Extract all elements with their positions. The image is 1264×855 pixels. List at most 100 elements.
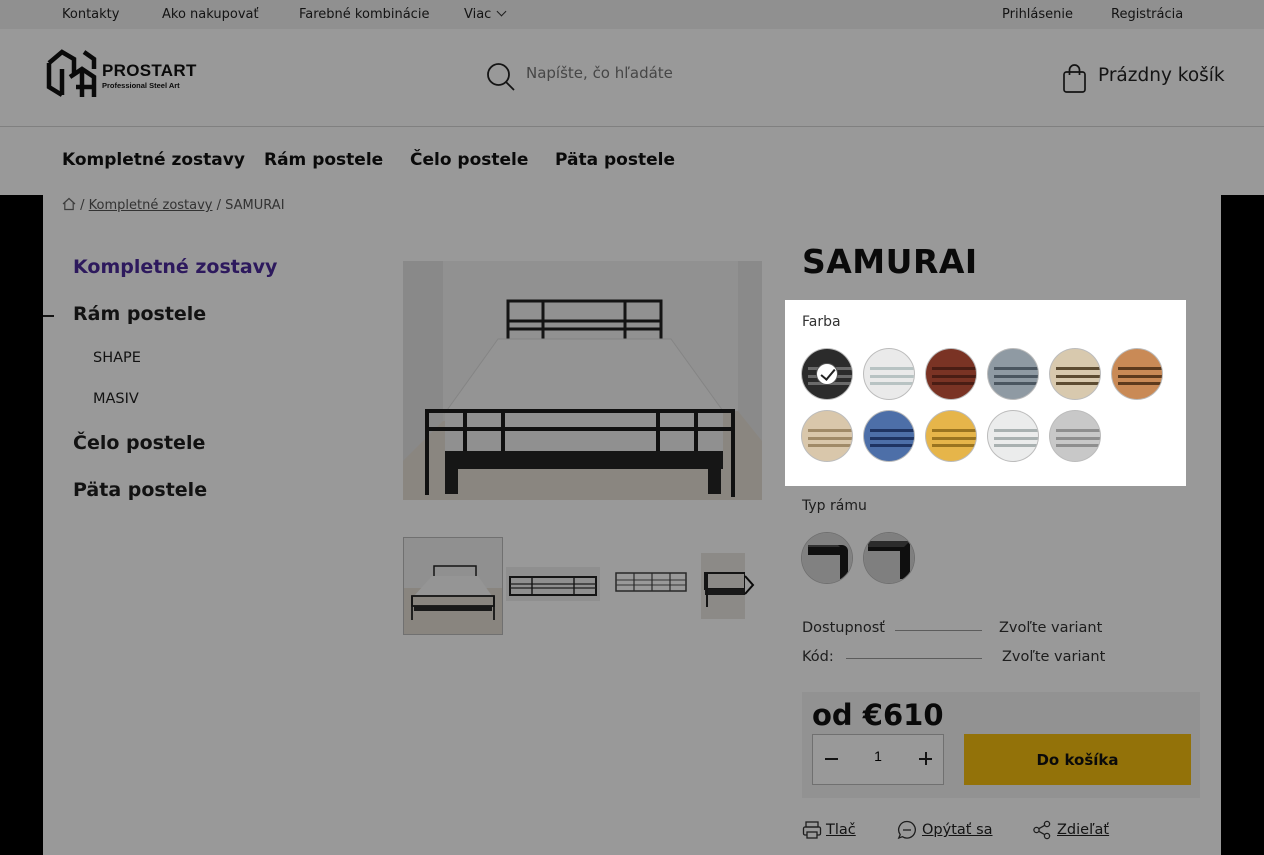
collapse-dash-icon[interactable]	[43, 315, 54, 317]
color-swatch-3[interactable]	[926, 349, 976, 399]
swatch-stripe	[1118, 367, 1162, 370]
product-title: SAMURAI	[802, 242, 978, 281]
top-utility-bar: Kontakty Ako nakupovať Farebné kombináci…	[0, 0, 1264, 29]
breadcrumb-category[interactable]: Kompletné zostavy	[89, 198, 213, 213]
topbar-link-color-combinations[interactable]: Farebné kombinácie	[299, 7, 429, 22]
register-link[interactable]: Registrácia	[1111, 7, 1183, 22]
search-bar	[486, 62, 786, 92]
main-nav: Kompletné zostavy Rám postele Čelo poste…	[0, 127, 1264, 195]
nav-item-complete-sets[interactable]: Kompletné zostavy	[62, 150, 245, 170]
search-icon[interactable]	[486, 62, 516, 92]
breadcrumb-separator: /	[80, 198, 85, 213]
share-link[interactable]: Zdieľať	[1057, 822, 1109, 838]
logo-tagline: Professional Steel Art	[102, 81, 180, 90]
search-input[interactable]	[526, 64, 776, 82]
thumbnail-1[interactable]	[403, 537, 503, 635]
color-swatch-6[interactable]	[1112, 349, 1162, 399]
availability-label: Dostupnosť	[802, 620, 885, 636]
chevron-right-icon[interactable]	[742, 574, 756, 602]
shopping-bag-icon	[1063, 64, 1086, 93]
swatch-stripe	[1056, 429, 1100, 432]
nav-item-bed-frame[interactable]: Rám postele	[264, 150, 383, 170]
color-swatch-1[interactable]	[802, 349, 852, 399]
topbar-more-menu[interactable]: Viac	[464, 6, 507, 22]
swatch-stripe	[808, 444, 852, 447]
swatch-stripe	[1056, 437, 1100, 440]
swatch-stripe	[808, 429, 852, 432]
thumbnail-3[interactable]	[604, 537, 696, 635]
nav-item-footboard[interactable]: Päta postele	[555, 150, 675, 170]
swatch-stripe	[1056, 375, 1100, 378]
logo[interactable]: PROSTART Professional Steel Art	[46, 47, 196, 101]
swatch-stripe	[808, 437, 852, 440]
sidebar-item-bed-frame[interactable]: Rám postele	[73, 303, 206, 325]
color-swatch-9[interactable]	[926, 411, 976, 461]
color-picker-highlight: Farba	[785, 300, 1186, 486]
swatch-stripe	[932, 437, 976, 440]
thumbnail-4[interactable]	[701, 537, 745, 635]
swatch-stripe	[870, 429, 914, 432]
swatch-stripe	[994, 375, 1038, 378]
topbar-link-how-to-buy[interactable]: Ako nakupovať	[162, 7, 259, 22]
topbar-link-contacts[interactable]: Kontakty	[62, 7, 119, 22]
nav-item-headboard[interactable]: Čelo postele	[410, 150, 528, 170]
swatch-stripe	[994, 437, 1038, 440]
swatch-stripe	[994, 382, 1038, 385]
swatch-stripe	[994, 367, 1038, 370]
swatch-stripe	[994, 429, 1038, 432]
swatch-stripe	[870, 367, 914, 370]
frame-type-option-1[interactable]	[802, 533, 852, 583]
sidebar-item-shape[interactable]: SHAPE	[93, 350, 141, 366]
thumbnail-bed-image	[404, 538, 502, 634]
color-label: Farba	[802, 314, 841, 330]
add-to-cart-button[interactable]: Do košíka	[964, 734, 1191, 785]
chat-question-icon[interactable]	[897, 820, 917, 840]
frame-type-label: Typ rámu	[802, 498, 867, 514]
cart-label: Prázdny košík	[1098, 65, 1225, 86]
swatch-stripe	[932, 382, 976, 385]
topbar-more-label: Viac	[464, 7, 492, 22]
swatch-stripe	[1056, 382, 1100, 385]
swatch-stripe	[932, 375, 976, 378]
viewport-margin-right	[1221, 195, 1264, 855]
sidebar-item-footboard[interactable]: Päta postele	[73, 479, 207, 501]
swatch-stripe	[1118, 382, 1162, 385]
frame-profile-square-image	[864, 533, 914, 583]
price: od €610	[812, 698, 944, 732]
thumbnail-2[interactable]	[504, 537, 602, 635]
code-divider	[846, 658, 982, 659]
color-swatch-11[interactable]	[1050, 411, 1100, 461]
swatch-stripe	[870, 382, 914, 385]
frame-type-option-2[interactable]	[864, 533, 914, 583]
swatch-stripe	[870, 375, 914, 378]
sidebar-item-masiv[interactable]: MASIV	[93, 391, 139, 407]
plus-icon[interactable]	[917, 748, 935, 768]
thumbnail-headboard-image	[506, 567, 600, 601]
swatch-stripe	[932, 367, 976, 370]
color-swatch-4[interactable]	[988, 349, 1038, 399]
thumbnail-frame-image	[615, 572, 687, 592]
quantity-stepper	[812, 734, 944, 785]
printer-icon[interactable]	[802, 820, 822, 840]
availability-divider	[895, 630, 982, 631]
login-link[interactable]: Prihlásenie	[1002, 7, 1073, 22]
color-swatch-5[interactable]	[1050, 349, 1100, 399]
sidebar-item-headboard[interactable]: Čelo postele	[73, 432, 205, 454]
print-link[interactable]: Tlač	[826, 822, 856, 838]
swatch-stripe	[932, 444, 976, 447]
color-swatch-8[interactable]	[864, 411, 914, 461]
ask-question-link[interactable]: Opýtať sa	[922, 822, 993, 838]
color-swatch-10[interactable]	[988, 411, 1038, 461]
swatch-stripe	[870, 437, 914, 440]
swatch-stripe	[1056, 367, 1100, 370]
product-main-image[interactable]	[403, 261, 762, 500]
code-value: Zvoľte variant	[1002, 649, 1106, 665]
color-swatch-7[interactable]	[802, 411, 852, 461]
share-icon[interactable]	[1032, 820, 1052, 840]
home-icon[interactable]	[62, 197, 76, 211]
bed-photo	[403, 261, 762, 500]
quantity-input[interactable]	[858, 748, 898, 764]
color-swatch-2[interactable]	[864, 349, 914, 399]
minus-icon[interactable]	[823, 748, 841, 768]
sidebar-item-complete-sets[interactable]: Kompletné zostavy	[73, 256, 277, 278]
